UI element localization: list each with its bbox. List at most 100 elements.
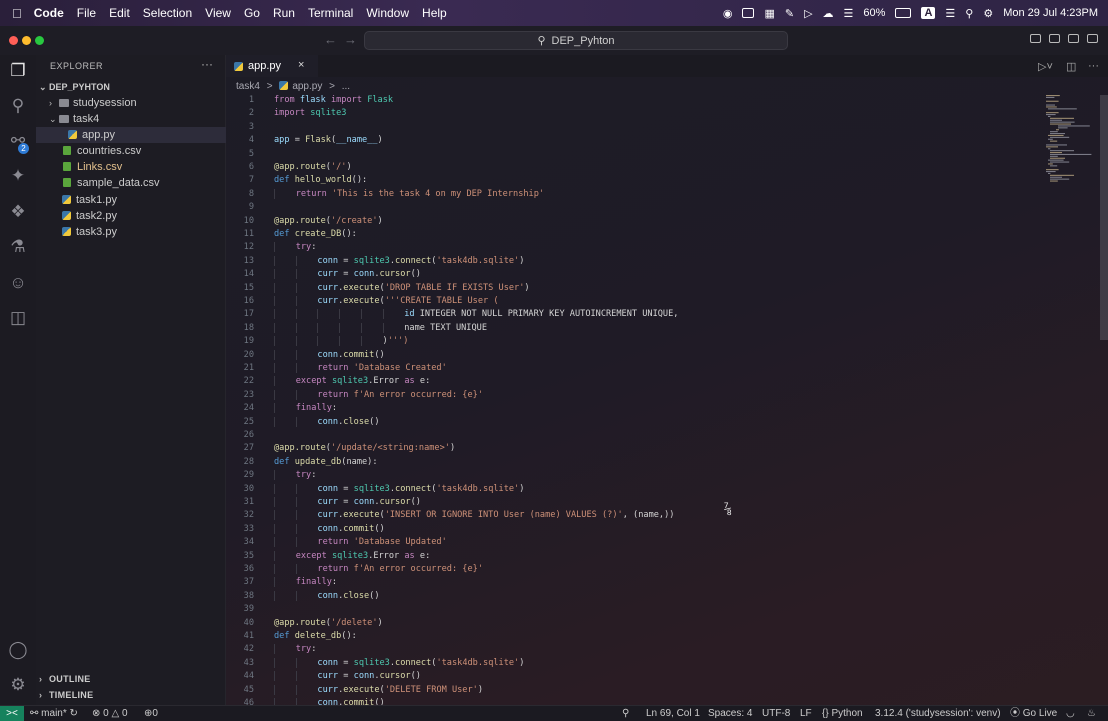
breadcrumb-symbol[interactable]: ... <box>342 81 350 92</box>
tree-item-label: Links.csv <box>77 161 123 173</box>
window-title-bar: ← → ⚲ DEP_Pyhton <box>0 26 1108 56</box>
line-number: 27 <box>243 443 254 454</box>
menu-window[interactable]: Window <box>366 6 409 20</box>
zoom-window-button[interactable] <box>35 36 44 45</box>
search-icon[interactable]: ⚲ <box>965 7 973 20</box>
menu-terminal[interactable]: Terminal <box>308 6 353 20</box>
tree-file-task3-py[interactable]: task3.py <box>36 224 251 240</box>
record-icon[interactable]: ◉ <box>723 7 733 20</box>
timeline-section-header[interactable]: › TIMELINE <box>36 687 228 703</box>
indentation-status[interactable]: Spaces: 4 <box>708 706 752 721</box>
battery-icon[interactable] <box>895 8 912 18</box>
testing-icon[interactable]: ⚗ <box>8 237 28 257</box>
eol-status[interactable]: LF <box>800 706 812 721</box>
language-mode[interactable]: {} Python <box>822 706 863 721</box>
tab-app-py[interactable]: app.py × <box>226 55 318 77</box>
encoding-status[interactable]: UTF-8 <box>762 706 790 721</box>
line-text: return 'Database Updated' <box>274 536 447 549</box>
ports-status[interactable]: ⊕0 <box>144 706 158 721</box>
tree-file-links-csv[interactable]: Links.csv M <box>36 159 252 175</box>
tree-folder-task4[interactable]: ⌄ task4 <box>36 111 238 127</box>
tree-file-countries-csv[interactable]: countries.csv <box>36 143 252 159</box>
line-number: 29 <box>243 470 254 481</box>
run-debug-icon[interactable]: ✦ <box>8 166 28 186</box>
zoom-icon[interactable]: ⚲ <box>622 706 629 721</box>
toggle-sidebar-icon[interactable] <box>1030 34 1041 43</box>
outline-section-header[interactable]: › OUTLINE <box>36 671 228 687</box>
tree-item-label: task3.py <box>76 226 117 238</box>
csv-file-icon <box>63 146 71 155</box>
menu-file[interactable]: File <box>77 6 96 20</box>
cursor-position[interactable]: Ln 69, Col 1 <box>646 706 700 721</box>
close-tab-icon[interactable]: × <box>298 59 304 71</box>
line-number: 39 <box>243 604 254 615</box>
command-center-label: DEP_Pyhton <box>551 34 615 47</box>
split-editor-icon[interactable]: ◫ <box>1066 60 1076 73</box>
apple-icon[interactable]:  <box>12 6 22 21</box>
layers-icon[interactable]: ☰ <box>844 7 854 20</box>
remote-indicator[interactable]: >< <box>0 706 24 721</box>
line-text: return f'An error occurred: {e}' <box>274 563 483 576</box>
minimap[interactable] <box>1044 95 1096 185</box>
python-interpreter[interactable]: 3.12.4 ('studysession': venv) <box>875 706 1001 721</box>
menu-run[interactable]: Run <box>273 6 295 20</box>
workspace-root[interactable]: ⌄ DEP_PYHTON <box>36 79 228 95</box>
wifi-icon[interactable]: ☰ <box>945 7 955 20</box>
outline-label: OUTLINE <box>49 674 91 684</box>
toggle-panel-icon[interactable] <box>1049 34 1060 43</box>
breadcrumb-folder[interactable]: task4 <box>236 81 260 92</box>
manage-gear-icon[interactable]: ⚙ <box>8 675 28 695</box>
play-icon[interactable]: ▷ <box>804 7 812 20</box>
toggle-secondary-sidebar-icon[interactable] <box>1068 34 1079 43</box>
clock[interactable]: Mon 29 Jul 4:23PM <box>1003 7 1098 19</box>
extensions-icon[interactable]: ❖ <box>8 202 28 222</box>
python-file-icon <box>234 61 243 71</box>
tree-file-task2-py[interactable]: task2.py <box>36 208 251 224</box>
branch-status[interactable]: ⚯ main* ↻ <box>30 706 78 721</box>
app-menu[interactable]: Code <box>34 6 64 20</box>
pen-icon[interactable]: ✎ <box>785 7 794 20</box>
chevron-down-icon: ⌄ <box>49 114 57 124</box>
tree-folder-studysession[interactable]: › studysession <box>36 95 238 111</box>
more-actions-icon[interactable]: ··· <box>201 57 213 71</box>
copilot-icon[interactable]: ☺ <box>8 273 28 293</box>
editor-scrollbar[interactable] <box>1100 95 1108 340</box>
chat-icon[interactable]: ◫ <box>8 308 28 328</box>
command-center-search[interactable]: ⚲ DEP_Pyhton <box>364 31 788 50</box>
problems-status[interactable]: ⊗ 0 △ 0 <box>92 706 128 721</box>
go-live-button[interactable]: ⦿ Go Live <box>1010 706 1057 721</box>
tree-file-sample-data-csv[interactable]: sample_data.csv <box>36 175 252 191</box>
menu-view[interactable]: View <box>205 6 231 20</box>
minimap-line <box>1050 178 1070 180</box>
customize-layout-icon[interactable] <box>1087 34 1098 43</box>
search-icon[interactable]: ⚲ <box>8 96 28 116</box>
minimize-window-button[interactable] <box>22 36 31 45</box>
back-arrow-icon[interactable]: ← <box>324 32 337 47</box>
minimap-line <box>1058 127 1068 129</box>
control-center-icon[interactable]: ⚙ <box>983 7 993 20</box>
menu-go[interactable]: Go <box>244 6 260 20</box>
explorer-icon[interactable]: ❐ <box>8 61 28 81</box>
tree-file-task1-py[interactable]: task1.py <box>36 192 251 208</box>
run-file-icon[interactable]: ▷˅ <box>1038 60 1053 73</box>
minimap-line <box>1050 165 1058 167</box>
menu-edit[interactable]: Edit <box>109 6 130 20</box>
breadcrumb-file[interactable]: app.py <box>292 81 322 92</box>
mac-menu-bar:  Code File Edit Selection View Go Run T… <box>0 0 1108 26</box>
menu-selection[interactable]: Selection <box>143 6 192 20</box>
forward-arrow-icon[interactable]: → <box>344 32 357 47</box>
menu-help[interactable]: Help <box>422 6 447 20</box>
tree-file-app-py[interactable]: app.py <box>36 127 257 143</box>
line-number: 22 <box>243 376 254 387</box>
accounts-icon[interactable]: ◯ <box>8 640 28 660</box>
line-text: curr = conn.cursor() <box>274 670 421 683</box>
input-source-indicator[interactable]: A <box>921 7 936 19</box>
line-text: def update_db(name): <box>274 456 378 467</box>
screen-icon[interactable] <box>742 8 755 18</box>
cloud-icon[interactable]: ☁ <box>823 7 834 20</box>
notifications-bell-icon[interactable]: ♨ <box>1087 706 1096 721</box>
more-actions-icon[interactable]: ··· <box>1088 60 1099 72</box>
close-window-button[interactable] <box>9 36 18 45</box>
chevron-right-icon: › <box>49 98 52 108</box>
photos-icon[interactable]: ▦ <box>764 7 774 20</box>
